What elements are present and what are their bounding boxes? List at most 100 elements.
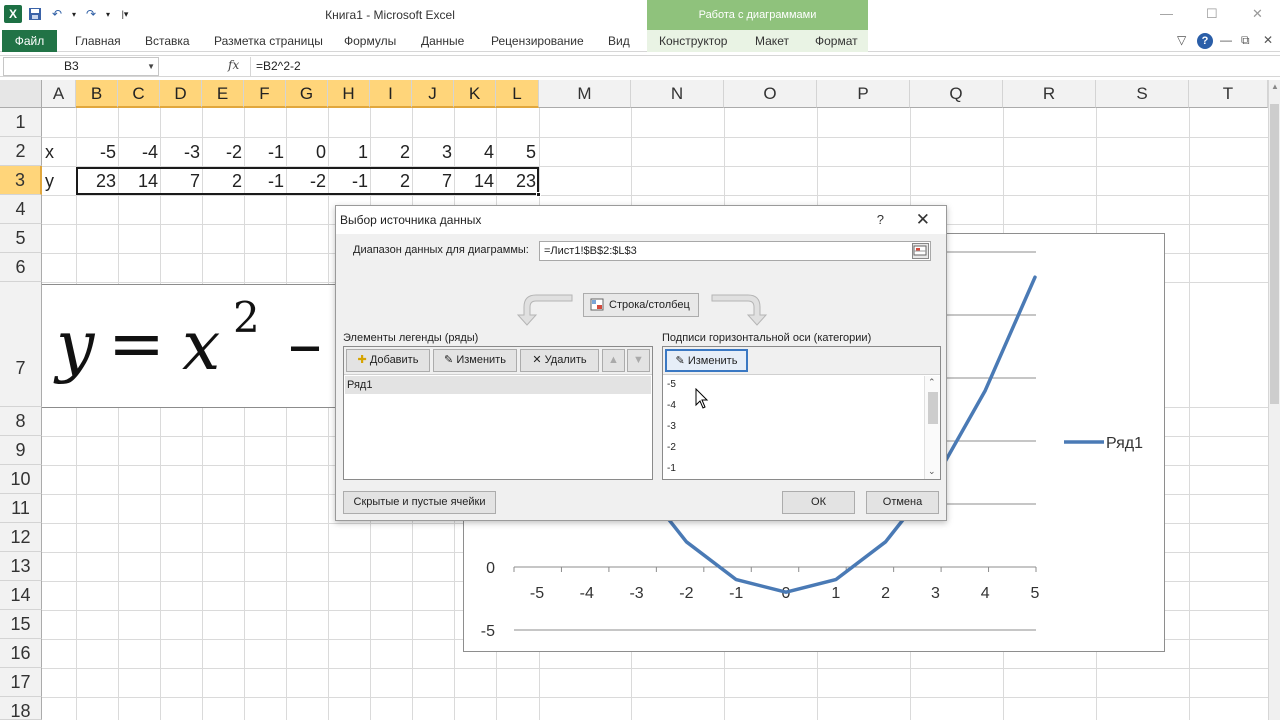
column-header-r[interactable]: R bbox=[1003, 80, 1096, 108]
cell-k2[interactable]: 4 bbox=[456, 142, 494, 163]
column-header-g[interactable]: G bbox=[286, 80, 328, 108]
tab-review[interactable]: Рецензирование bbox=[491, 34, 584, 48]
row-header-1[interactable]: 1 bbox=[0, 108, 42, 137]
tab-layout[interactable]: Макет bbox=[755, 34, 789, 48]
formula-input[interactable]: =B2^2-2 bbox=[250, 57, 1266, 76]
scroll-up-icon[interactable]: ▲ bbox=[1271, 82, 1279, 91]
row-header-6[interactable]: 6 bbox=[0, 253, 42, 282]
row-header-16[interactable]: 16 bbox=[0, 639, 42, 668]
category-scroll-up-icon[interactable]: ⌃ bbox=[928, 377, 936, 388]
move-down-icon[interactable]: ▼ bbox=[627, 349, 650, 372]
tab-page-layout[interactable]: Разметка страницы bbox=[214, 34, 323, 48]
move-up-icon[interactable]: ▲ bbox=[602, 349, 625, 372]
tab-format[interactable]: Формат bbox=[815, 34, 858, 48]
tab-file[interactable]: Файл bbox=[2, 30, 57, 52]
series-item[interactable]: Ряд1 bbox=[345, 376, 651, 394]
category-scroll-thumb[interactable] bbox=[928, 392, 938, 424]
category-item[interactable]: -3 bbox=[667, 421, 676, 432]
dialog-help-icon[interactable]: ? bbox=[877, 206, 884, 234]
column-header-n[interactable]: N bbox=[631, 80, 724, 108]
delete-series-button[interactable]: ✕ Удалить bbox=[520, 349, 599, 372]
cell-g2[interactable]: 0 bbox=[288, 142, 326, 163]
tab-formulas[interactable]: Формулы bbox=[344, 34, 396, 48]
ribbon-collapse-icon[interactable]: ▽ bbox=[1177, 33, 1186, 47]
edit-series-button[interactable]: ✎ Изменить bbox=[433, 349, 517, 372]
cell-a2[interactable]: x bbox=[45, 142, 54, 163]
column-header-c[interactable]: C bbox=[118, 80, 160, 108]
cell-d2[interactable]: -3 bbox=[162, 142, 200, 163]
row-header-11[interactable]: 11 bbox=[0, 494, 42, 523]
cancel-button[interactable]: Отмена bbox=[866, 491, 939, 514]
cell-f2[interactable]: -1 bbox=[246, 142, 284, 163]
column-header-o[interactable]: O bbox=[724, 80, 817, 108]
cell-j2[interactable]: 3 bbox=[414, 142, 452, 163]
insert-function-icon[interactable]: fx bbox=[228, 58, 239, 72]
row-header-8[interactable]: 8 bbox=[0, 407, 42, 436]
add-series-button[interactable]: ✚ Добавить bbox=[346, 349, 430, 372]
column-header-d[interactable]: D bbox=[160, 80, 202, 108]
cell-c2[interactable]: -4 bbox=[120, 142, 158, 163]
category-scroll-down-icon[interactable]: ⌄ bbox=[928, 466, 936, 477]
row-header-10[interactable]: 10 bbox=[0, 465, 42, 494]
tab-home[interactable]: Главная bbox=[75, 34, 121, 48]
column-header-l[interactable]: L bbox=[496, 80, 539, 108]
row-header-15[interactable]: 15 bbox=[0, 610, 42, 639]
category-item[interactable]: -4 bbox=[667, 400, 676, 411]
row-header-2[interactable]: 2 bbox=[0, 137, 42, 166]
row-header-5[interactable]: 5 bbox=[0, 224, 42, 253]
cell-e2[interactable]: -2 bbox=[204, 142, 242, 163]
edit-axis-labels-button[interactable]: ✎ Изменить bbox=[665, 349, 748, 372]
row-header-7[interactable]: 7 bbox=[0, 282, 42, 407]
column-header-e[interactable]: E bbox=[202, 80, 244, 108]
row-header-12[interactable]: 12 bbox=[0, 523, 42, 552]
column-header-m[interactable]: M bbox=[539, 80, 631, 108]
column-header-q[interactable]: Q bbox=[910, 80, 1003, 108]
ribbon-close-icon[interactable]: ✕ bbox=[1263, 33, 1273, 47]
switch-row-column-button[interactable]: Строка/столбец bbox=[583, 293, 699, 317]
row-header-3[interactable]: 3 bbox=[0, 166, 42, 195]
column-header-a[interactable]: A bbox=[42, 80, 76, 108]
fill-handle[interactable] bbox=[536, 192, 541, 197]
name-box[interactable]: B3 ▼ bbox=[3, 57, 159, 76]
column-header-p[interactable]: P bbox=[817, 80, 910, 108]
name-box-dropdown-icon[interactable]: ▼ bbox=[147, 58, 155, 75]
category-scrollbar[interactable]: ⌃ ⌄ bbox=[924, 376, 940, 479]
select-all-corner[interactable] bbox=[0, 80, 42, 108]
column-header-t[interactable]: T bbox=[1189, 80, 1268, 108]
cell-a3[interactable]: y bbox=[45, 171, 54, 192]
column-header-j[interactable]: J bbox=[412, 80, 454, 108]
column-header-h[interactable]: H bbox=[328, 80, 370, 108]
tab-design[interactable]: Конструктор bbox=[659, 34, 727, 48]
maximize-icon[interactable]: ☐ bbox=[1206, 6, 1218, 22]
help-icon[interactable]: ? bbox=[1197, 33, 1213, 49]
chart-range-input[interactable]: =Лист1!$B$2:$L$3 bbox=[539, 241, 931, 261]
vertical-scrollbar[interactable]: ▲ bbox=[1268, 80, 1280, 720]
column-header-i[interactable]: I bbox=[370, 80, 412, 108]
column-header-k[interactable]: K bbox=[454, 80, 496, 108]
cell-h2[interactable]: 1 bbox=[330, 142, 368, 163]
minimize-icon[interactable]: — bbox=[1160, 6, 1173, 21]
row-header-9[interactable]: 9 bbox=[0, 436, 42, 465]
range-collapse-icon[interactable] bbox=[912, 243, 929, 259]
row-header-14[interactable]: 14 bbox=[0, 581, 42, 610]
row-header-13[interactable]: 13 bbox=[0, 552, 42, 581]
category-item[interactable]: -5 bbox=[667, 379, 676, 390]
column-header-b[interactable]: B bbox=[76, 80, 118, 108]
cell-l2[interactable]: 5 bbox=[498, 142, 536, 163]
hidden-empty-cells-button[interactable]: Скрытые и пустые ячейки bbox=[343, 491, 496, 514]
category-item[interactable]: -2 bbox=[667, 442, 676, 453]
equation-image[interactable]: y = x 2 – bbox=[42, 284, 362, 408]
ribbon-restore-icon[interactable]: ⧉ bbox=[1241, 33, 1250, 48]
row-header-17[interactable]: 17 bbox=[0, 668, 42, 697]
dialog-close-icon[interactable]: ✕ bbox=[916, 206, 930, 234]
tab-view[interactable]: Вид bbox=[608, 34, 630, 48]
cell-b2[interactable]: -5 bbox=[78, 142, 116, 163]
tab-insert[interactable]: Вставка bbox=[145, 34, 190, 48]
row-header-18[interactable]: 18 bbox=[0, 697, 42, 720]
row-header-4[interactable]: 4 bbox=[0, 195, 42, 224]
scrollbar-thumb[interactable] bbox=[1270, 104, 1279, 404]
category-item[interactable]: -1 bbox=[667, 463, 676, 474]
ok-button[interactable]: ОК bbox=[782, 491, 855, 514]
ribbon-minimize-icon[interactable]: — bbox=[1220, 33, 1232, 47]
tab-data[interactable]: Данные bbox=[421, 34, 464, 48]
